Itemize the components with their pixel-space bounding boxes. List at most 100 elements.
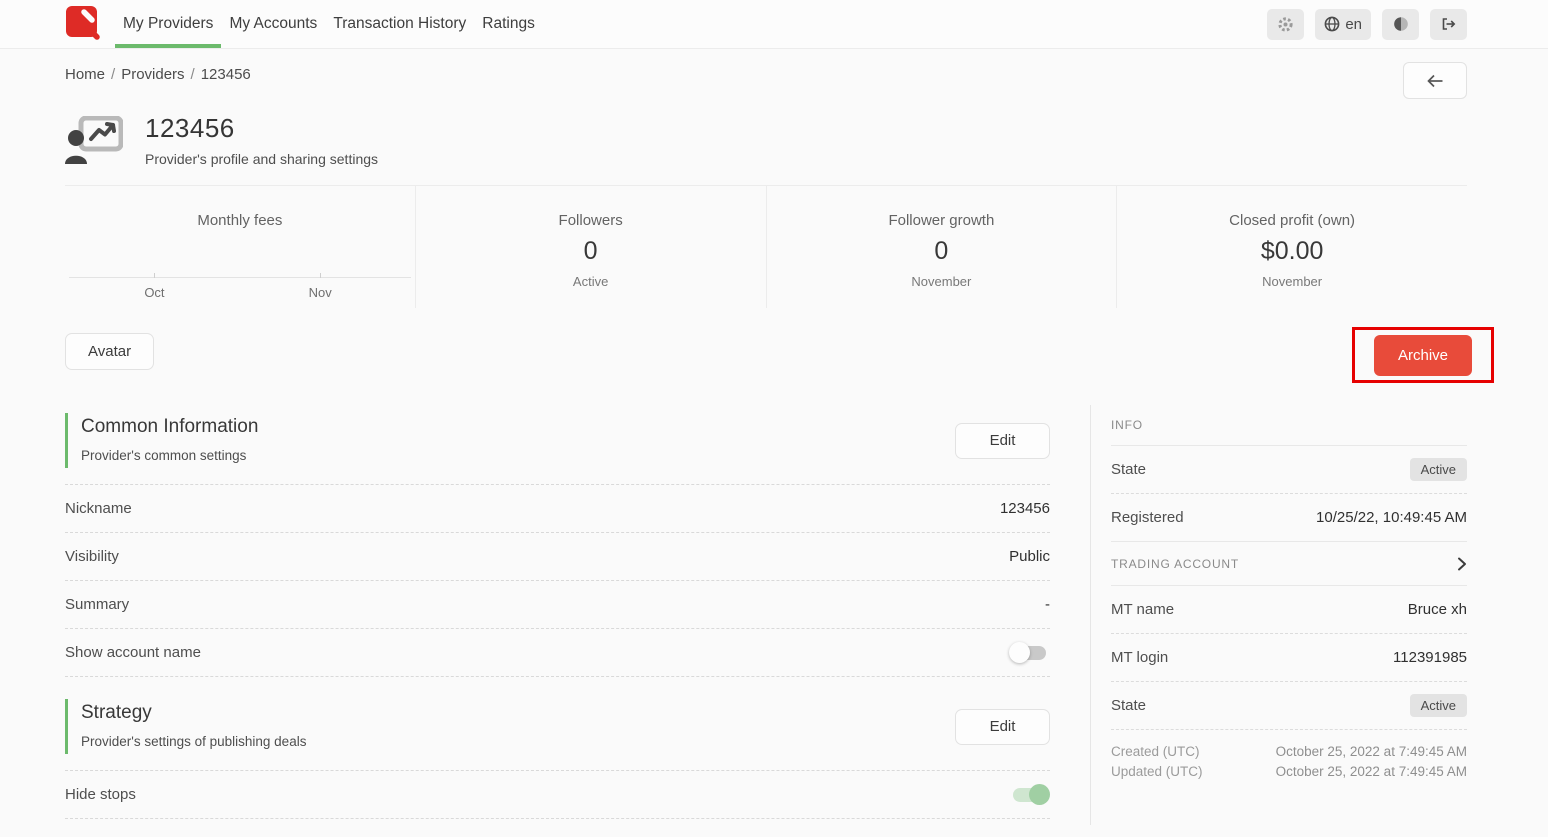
common-information-rows: Nickname 123456 Visibility Public Summar… xyxy=(65,484,1050,677)
breadcrumb: Home / Providers / 123456 xyxy=(65,62,251,83)
main-nav: My Providers My Accounts Transaction His… xyxy=(115,0,543,48)
stat-title: Closed profit (own) xyxy=(1229,212,1355,229)
toggle-knob xyxy=(1009,642,1030,663)
row-hide-stops: Hide stops xyxy=(65,771,1050,819)
stat-caption: November xyxy=(911,274,971,289)
top-navbar: My Providers My Accounts Transaction His… xyxy=(0,0,1548,49)
back-button[interactable] xyxy=(1403,62,1467,99)
logout-button[interactable] xyxy=(1430,9,1467,40)
toggle-knob xyxy=(1029,784,1050,805)
strategy-subtitle: Provider's settings of publishing deals xyxy=(81,734,306,749)
stat-monthly-fees: Monthly fees Oct Nov xyxy=(65,186,415,308)
provider-settings-column: Common Information Provider's common set… xyxy=(65,405,1050,825)
status-badge: Active xyxy=(1410,694,1467,717)
row-label: Show account name xyxy=(65,644,201,661)
row-label: Nickname xyxy=(65,500,132,517)
nav-transaction-history[interactable]: Transaction History xyxy=(325,0,474,48)
row-value: - xyxy=(1045,596,1050,613)
stat-follower-growth: Follower growth 0 November xyxy=(766,186,1117,308)
info-label: State xyxy=(1111,697,1146,714)
stat-title: Monthly fees xyxy=(197,212,282,229)
stat-caption: November xyxy=(1262,274,1322,289)
avatar-button[interactable]: Avatar xyxy=(65,333,154,370)
section-title-block: Strategy Provider's settings of publishi… xyxy=(65,699,306,754)
settings-button[interactable] xyxy=(1267,9,1304,40)
stat-title: Follower growth xyxy=(888,212,994,229)
info-value: 112391985 xyxy=(1393,649,1467,666)
breadcrumb-providers[interactable]: Providers xyxy=(121,66,184,83)
info-label: State xyxy=(1111,461,1146,478)
row-summary: Summary - xyxy=(65,581,1050,629)
timestamps-block: Created (UTC) October 25, 2022 at 7:49:4… xyxy=(1111,730,1467,782)
common-information-subtitle: Provider's common settings xyxy=(81,448,258,463)
stat-closed-profit: Closed profit (own) $0.00 November xyxy=(1116,186,1467,308)
created-row: Created (UTC) October 25, 2022 at 7:49:4… xyxy=(1111,742,1467,762)
logout-icon xyxy=(1440,16,1457,32)
page-title-block: 123456 Provider's profile and sharing se… xyxy=(145,113,378,167)
row-nickname: Nickname 123456 xyxy=(65,485,1050,533)
nav-ratings[interactable]: Ratings xyxy=(474,0,543,48)
axis-tick-oct: Oct xyxy=(144,285,164,300)
info-label: MT name xyxy=(1111,601,1174,618)
page-title: 123456 xyxy=(145,113,378,144)
gear-icon xyxy=(1277,16,1294,33)
strategy-section-header: Strategy Provider's settings of publishi… xyxy=(65,691,1050,770)
language-button[interactable]: en xyxy=(1315,9,1371,40)
breadcrumb-separator: / xyxy=(191,66,195,83)
info-row-mt-login: MT login 112391985 xyxy=(1111,634,1467,682)
info-value: Bruce xh xyxy=(1408,601,1467,618)
edit-strategy-button[interactable]: Edit xyxy=(955,709,1050,745)
trading-account-header[interactable]: TRADING ACCOUNT xyxy=(1111,542,1467,586)
annotation-highlight-rectangle: Archive xyxy=(1352,327,1494,383)
common-information-section-header: Common Information Provider's common set… xyxy=(65,405,1050,484)
common-information-title: Common Information xyxy=(81,416,258,438)
info-row-state: State Active xyxy=(1111,446,1467,494)
row-label: Hide stops xyxy=(65,786,136,803)
topbar-actions: en xyxy=(1267,9,1467,40)
stat-value: $0.00 xyxy=(1261,237,1324,266)
contrast-icon xyxy=(1393,16,1409,32)
monthly-fees-chart-axis: Oct Nov xyxy=(69,277,411,278)
section-title-block: Common Information Provider's common set… xyxy=(65,413,258,468)
info-panel-title: INFO xyxy=(1111,405,1467,445)
theme-toggle-button[interactable] xyxy=(1382,9,1419,40)
meta-label: Updated (UTC) xyxy=(1111,762,1203,782)
row-value: 123456 xyxy=(1000,500,1050,517)
info-row-registered: Registered 10/25/22, 10:49:45 AM xyxy=(1111,494,1467,542)
stats-row: Monthly fees Oct Nov Followers 0 Active … xyxy=(65,185,1467,308)
breadcrumb-home[interactable]: Home xyxy=(65,66,105,83)
info-row-account-state: State Active xyxy=(1111,682,1467,730)
provider-profile-icon xyxy=(65,116,123,164)
hide-stops-toggle[interactable] xyxy=(1009,784,1050,806)
globe-icon xyxy=(1324,16,1340,32)
row-show-account-name: Show account name xyxy=(65,629,1050,677)
axis-tick-nov: Nov xyxy=(309,285,332,300)
trading-account-title: TRADING ACCOUNT xyxy=(1111,557,1239,571)
arrow-left-icon xyxy=(1426,74,1444,88)
archive-button[interactable]: Archive xyxy=(1374,335,1472,376)
nav-my-providers[interactable]: My Providers xyxy=(115,0,221,48)
updated-row: Updated (UTC) October 25, 2022 at 7:49:4… xyxy=(1111,762,1467,782)
meta-value: October 25, 2022 at 7:49:45 AM xyxy=(1276,762,1467,782)
info-label: Registered xyxy=(1111,509,1184,526)
info-sidebar: INFO State Active Registered 10/25/22, 1… xyxy=(1090,405,1467,825)
breadcrumb-separator: / xyxy=(111,66,115,83)
info-row-mt-name: MT name Bruce xh xyxy=(1111,586,1467,634)
breadcrumb-current: 123456 xyxy=(201,66,251,83)
row-label: Visibility xyxy=(65,548,119,565)
edit-common-information-button[interactable]: Edit xyxy=(955,423,1050,459)
strategy-title: Strategy xyxy=(81,702,306,724)
page-subtitle: Provider's profile and sharing settings xyxy=(145,151,378,167)
info-value: 10/25/22, 10:49:45 AM xyxy=(1316,509,1467,526)
stat-value: 0 xyxy=(934,237,948,266)
show-account-name-toggle[interactable] xyxy=(1009,642,1050,664)
brand-logo-icon[interactable] xyxy=(65,5,103,43)
row-value: Public xyxy=(1009,548,1050,565)
chevron-right-icon xyxy=(1457,557,1467,571)
info-label: MT login xyxy=(1111,649,1168,666)
meta-label: Created (UTC) xyxy=(1111,742,1200,762)
language-code: en xyxy=(1345,16,1362,33)
stat-followers: Followers 0 Active xyxy=(415,186,766,308)
nav-my-accounts[interactable]: My Accounts xyxy=(221,0,325,48)
row-visibility: Visibility Public xyxy=(65,533,1050,581)
